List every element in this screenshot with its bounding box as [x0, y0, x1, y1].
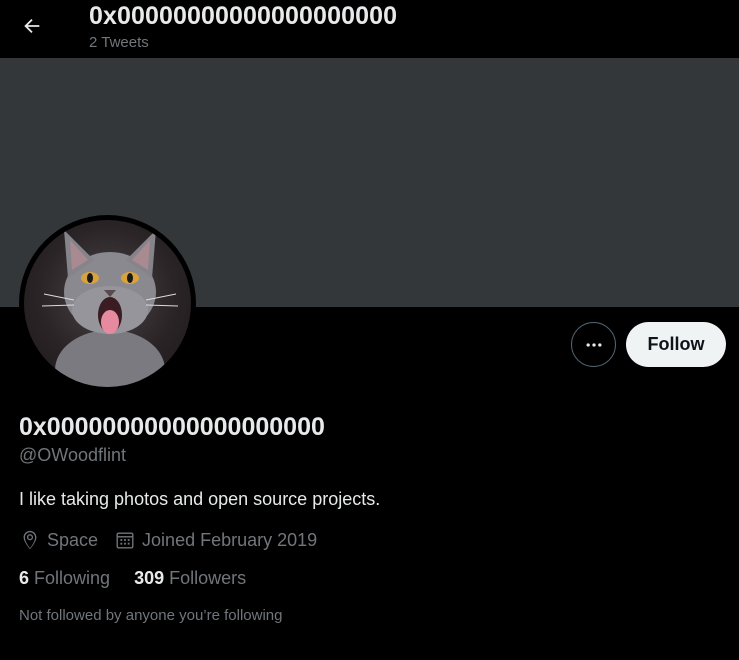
calendar-icon [114, 529, 136, 551]
profile-bio: I like taking photos and open source pro… [19, 489, 381, 509]
display-name: 0x00000000000000000000 [19, 413, 325, 441]
more-options-icon [586, 342, 601, 347]
arrow-left-icon [24, 18, 40, 34]
followers-link[interactable]: 309 Followers [134, 568, 246, 589]
back-button[interactable] [14, 8, 50, 44]
user-handle: @OWoodflint [19, 445, 126, 465]
tweet-count: 2 Tweets [89, 34, 149, 51]
followers-label: Followers [169, 568, 247, 588]
cat-photo [41, 230, 179, 387]
header-title: 0x00000000000000000000 [89, 2, 398, 30]
follow-button[interactable]: Follow [626, 322, 726, 367]
avatar[interactable] [19, 215, 196, 392]
profile-header: 0x00000000000000000000 2 Tweets [0, 0, 739, 58]
location: Space [19, 529, 98, 551]
following-label: Following [34, 568, 111, 588]
more-options-button[interactable] [571, 322, 616, 367]
followers-count: 309 [134, 568, 165, 588]
following-count: 6 [19, 568, 30, 588]
followed-by-note: Not followed by anyone you’re following [19, 607, 283, 624]
location-label: Space [47, 529, 99, 550]
follow-stats: 6 Following 309 Followers [19, 568, 270, 589]
location-pin-icon [19, 529, 41, 551]
joined-date: Joined February 2019 [114, 529, 317, 551]
following-link[interactable]: 6 Following [19, 568, 110, 589]
joined-label: Joined February 2019 [142, 529, 318, 550]
profile-meta: Space Joined February 2019 [19, 527, 333, 553]
